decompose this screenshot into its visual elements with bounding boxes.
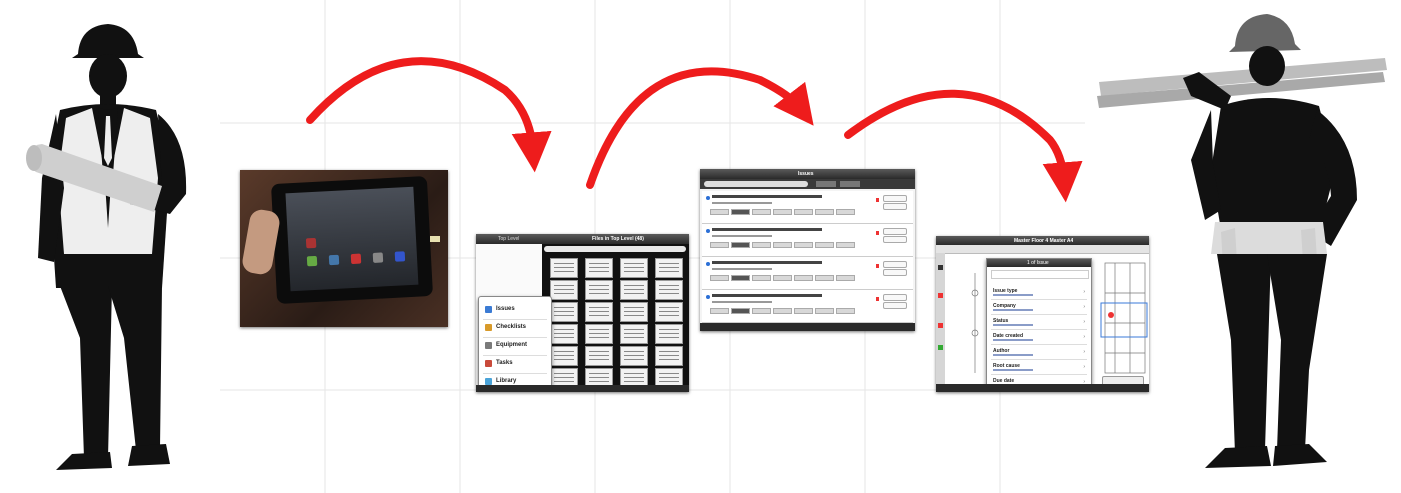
arrow-issues-to-sheet bbox=[844, 89, 1083, 203]
arrow-photo-to-library bbox=[306, 57, 552, 173]
arrow-library-to-issues bbox=[586, 67, 814, 189]
workflow-arrows bbox=[306, 57, 1083, 203]
